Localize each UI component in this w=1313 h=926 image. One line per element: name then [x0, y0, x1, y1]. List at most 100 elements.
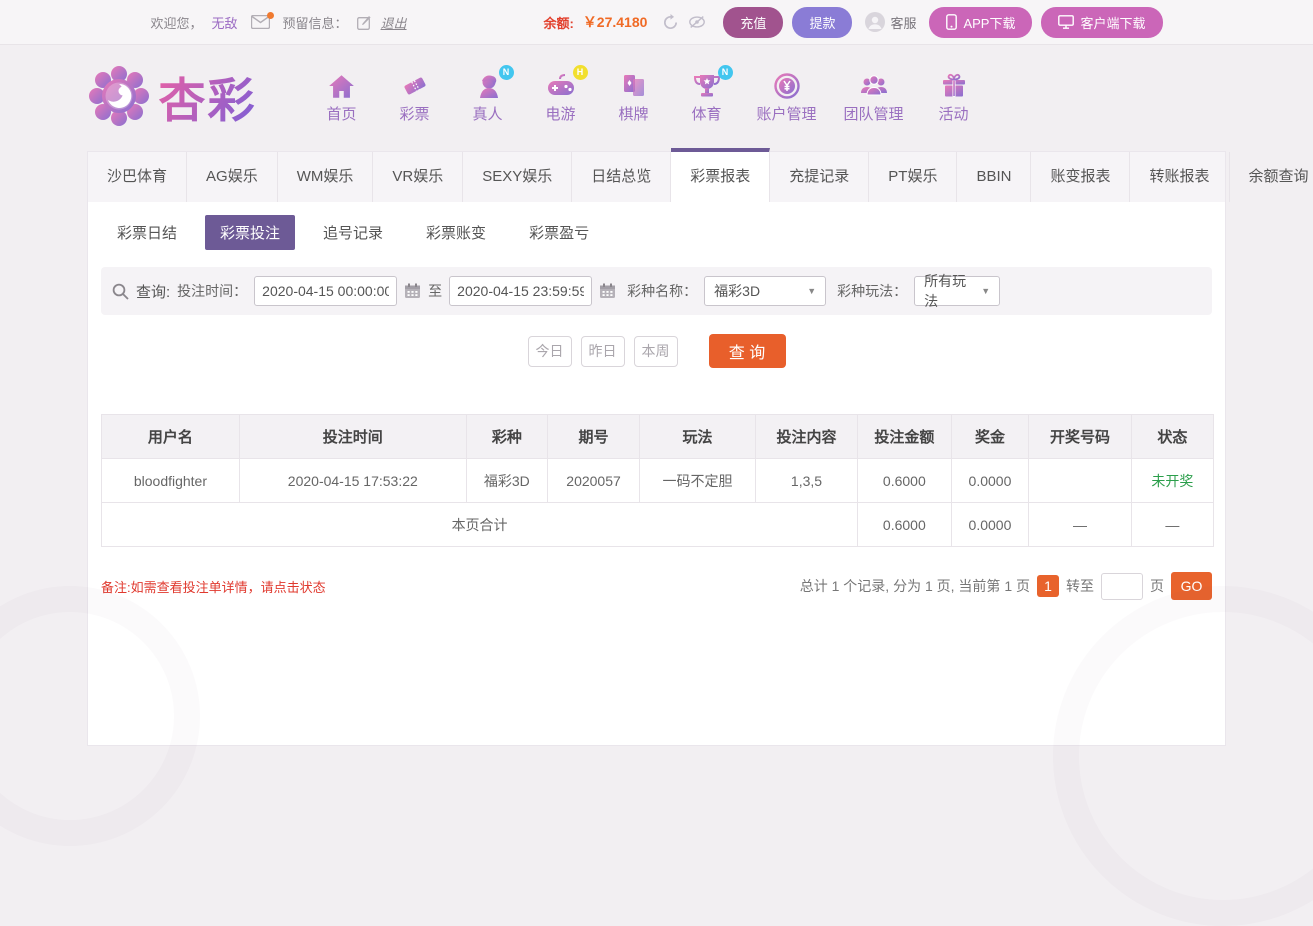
- tab-lottery-report[interactable]: 彩票报表: [671, 148, 770, 202]
- bet-time-to-input[interactable]: [449, 276, 592, 306]
- cell-play-type: 一码不定胆: [640, 459, 756, 503]
- calendar-icon[interactable]: [599, 283, 616, 299]
- cell-bet-amount: 0.6000: [858, 459, 951, 503]
- customer-service-button[interactable]: 客服: [865, 12, 916, 32]
- table-footer: 备注:如需查看投注单详情，请点击状态 总计 1 个记录, 分为 1 页, 当前第…: [101, 572, 1212, 600]
- pagination-summary: 总计 1 个记录, 分为 1 页, 当前第 1 页: [800, 576, 1030, 596]
- tab-balance-inquiry[interactable]: 余额查询: [1230, 152, 1313, 202]
- tab-daily-summary[interactable]: 日结总览: [572, 152, 671, 202]
- app-download-button[interactable]: APP下载: [929, 7, 1032, 38]
- tab-ag[interactable]: AG娱乐: [187, 152, 278, 202]
- total-prize: 0.0000: [951, 503, 1029, 547]
- subtab-lottery-bets[interactable]: 彩票投注: [205, 215, 295, 250]
- lottery-name-label: 彩种名称：: [627, 281, 697, 301]
- tab-shaba-sports[interactable]: 沙巴体育: [88, 152, 187, 202]
- balance-label: 余额:: [543, 13, 573, 32]
- subtab-lottery-account-change[interactable]: 彩票账变: [411, 215, 501, 250]
- nav-label: 彩票: [399, 103, 429, 124]
- search-icon: [112, 283, 129, 300]
- home-icon: [328, 74, 355, 99]
- nav-badge-n: N: [718, 65, 733, 80]
- calendar-icon[interactable]: [404, 283, 421, 299]
- edit-icon[interactable]: [357, 15, 372, 30]
- tab-vr[interactable]: VR娱乐: [373, 152, 463, 202]
- query-button[interactable]: 查 询: [709, 334, 786, 368]
- balance-value: ￥27.4180: [583, 12, 648, 32]
- pagination: 总计 1 个记录, 分为 1 页, 当前第 1 页 1 转至 页 GO: [800, 572, 1212, 600]
- col-play-type: 玩法: [640, 415, 756, 459]
- cell-prize: 0.0000: [951, 459, 1029, 503]
- bet-time-label: 投注时间：: [177, 281, 247, 301]
- sub-tab-bar: 彩票日结 彩票投注 追号记录 彩票账变 彩票盈亏: [88, 202, 1225, 262]
- client-download-label: 客户端下载: [1080, 13, 1145, 32]
- site-header: 杏彩 首页 彩票 N 真人 H 电游 棋牌: [0, 45, 1313, 147]
- nav-label: 真人: [472, 103, 502, 124]
- tab-pt[interactable]: PT娱乐: [869, 152, 957, 202]
- withdraw-button[interactable]: 提款: [792, 7, 852, 38]
- yesterday-button[interactable]: 昨日: [581, 336, 625, 367]
- col-bet-time: 投注时间: [239, 415, 466, 459]
- cell-username: bloodfighter: [102, 459, 240, 503]
- tab-sexy[interactable]: SEXY娱乐: [463, 152, 572, 202]
- total-status: —: [1131, 503, 1213, 547]
- site-logo[interactable]: 杏彩: [87, 62, 257, 131]
- subtab-chase-records[interactable]: 追号记录: [308, 215, 398, 250]
- col-issue: 期号: [547, 415, 639, 459]
- subtab-lottery-profit-loss[interactable]: 彩票盈亏: [514, 215, 604, 250]
- nav-item-home[interactable]: 首页: [319, 69, 365, 124]
- note-text: 备注:如需查看投注单详情，请点击状态: [101, 577, 326, 596]
- nav-item-sports[interactable]: N 体育: [684, 69, 730, 124]
- trophy-icon: [693, 73, 721, 99]
- chevron-down-icon: ▼: [807, 286, 816, 296]
- cell-lottery: 福彩3D: [466, 459, 547, 503]
- tab-account-change-report[interactable]: 账变报表: [1031, 152, 1130, 202]
- deposit-button[interactable]: 充值: [723, 7, 783, 38]
- col-draw-number: 开奖号码: [1029, 415, 1131, 459]
- nav-badge-n: N: [499, 65, 514, 80]
- nav-label: 体育: [691, 103, 721, 124]
- customer-service-label: 客服: [890, 13, 916, 32]
- nav-item-esports[interactable]: H 电游: [538, 69, 584, 124]
- bet-time-from-input[interactable]: [254, 276, 397, 306]
- cell-status[interactable]: 未开奖: [1131, 459, 1213, 503]
- refresh-balance-icon[interactable]: [662, 14, 679, 31]
- this-week-button[interactable]: 本周: [634, 336, 678, 367]
- current-page-badge[interactable]: 1: [1037, 575, 1059, 597]
- nav-label: 账户管理: [757, 103, 817, 124]
- hide-balance-icon[interactable]: [688, 15, 706, 29]
- nav-item-activity[interactable]: 活动: [931, 69, 977, 124]
- play-type-select[interactable]: 所有玩法 ▼: [914, 276, 1000, 306]
- lottery-name-select[interactable]: 福彩3D ▼: [704, 276, 826, 306]
- total-draw-number: —: [1029, 503, 1131, 547]
- nav-item-team[interactable]: 团队管理: [844, 69, 904, 124]
- col-bet-content: 投注内容: [755, 415, 857, 459]
- chevron-down-icon: ▼: [981, 286, 990, 296]
- to-label: 至: [428, 281, 442, 301]
- nav-label: 活动: [939, 103, 969, 124]
- monitor-icon: [1058, 15, 1074, 29]
- tab-transfer-report[interactable]: 转账报表: [1130, 152, 1229, 202]
- goto-page-input[interactable]: [1101, 573, 1143, 600]
- phone-icon: [946, 14, 957, 30]
- today-button[interactable]: 今日: [528, 336, 572, 367]
- app-download-label: APP下载: [963, 13, 1015, 32]
- nav-item-cards[interactable]: 棋牌: [611, 69, 657, 124]
- nav-item-account[interactable]: 账户管理: [757, 69, 817, 124]
- logout-link[interactable]: 退出: [381, 13, 407, 32]
- nav-item-lottery[interactable]: 彩票: [392, 69, 438, 124]
- col-status: 状态: [1131, 415, 1213, 459]
- cell-bet-content: 1,3,5: [755, 459, 857, 503]
- live-dealer-icon: [474, 73, 502, 99]
- tab-deposit-withdraw-records[interactable]: 充提记录: [770, 152, 869, 202]
- table-row: bloodfighter 2020-04-15 17:53:22 福彩3D 20…: [102, 459, 1214, 503]
- go-button[interactable]: GO: [1171, 572, 1212, 600]
- subtab-lottery-daily[interactable]: 彩票日结: [102, 215, 192, 250]
- mail-icon[interactable]: [251, 15, 270, 29]
- nav-item-live[interactable]: N 真人: [465, 69, 511, 124]
- customer-service-icon: [865, 12, 885, 32]
- client-download-button[interactable]: 客户端下载: [1041, 7, 1162, 38]
- tab-bbin[interactable]: BBIN: [957, 152, 1031, 202]
- table-total-row: 本页合计 0.6000 0.0000 — —: [102, 503, 1214, 547]
- col-lottery: 彩种: [466, 415, 547, 459]
- tab-wm[interactable]: WM娱乐: [278, 152, 374, 202]
